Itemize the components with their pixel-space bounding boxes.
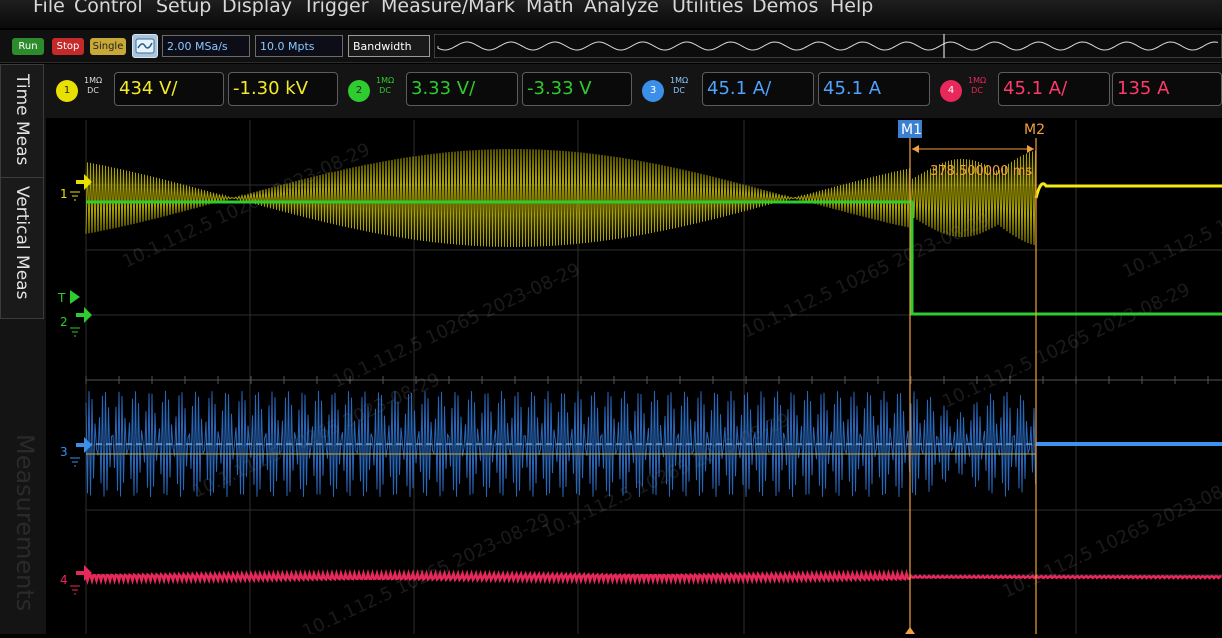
channel-1-badge[interactable]: 1 <box>56 80 78 102</box>
channel-markers: 1 T 2 3 4 <box>57 174 92 595</box>
channel-3-marker-label: 3 <box>60 445 68 459</box>
watermark-group: 10.1.112.5 10265 2023-08-2910.1.112.5 10… <box>119 139 1222 638</box>
channel-4-marker-label: 4 <box>60 573 68 587</box>
watermark-text: 10.1.112.5 10265 2023-08-29 <box>739 209 993 342</box>
waveform-overview[interactable] <box>434 34 1222 58</box>
autoscale-icon <box>135 38 155 54</box>
channel-1-trace-settled <box>1034 182 1222 199</box>
channel-bar: 1 1MΩ DC 434 V/ -1.30 kV 2 1MΩ DC 3.33 V/ … <box>46 64 1222 118</box>
side-tab-panel: Time Meas Vertical Meas Measurements <box>0 64 46 634</box>
trigger-marker-label: T <box>57 291 66 305</box>
marker-delta-readout: 378.500000 ms <box>930 164 1032 179</box>
channel-2-offset[interactable]: -3.33 V <box>522 72 632 106</box>
tab-time-meas[interactable]: Time Meas <box>9 74 35 165</box>
channel-1-offset[interactable]: -1.30 kV <box>228 72 338 106</box>
sample-rate-display[interactable]: 2.00 MSa/s <box>162 35 250 57</box>
menu-measure-mark[interactable]: Measure/Mark <box>381 0 515 17</box>
channel-3-scale[interactable]: 45.1 A/ <box>702 72 814 106</box>
measurements-panel-label: Measurements <box>11 434 39 612</box>
channel-4-scale[interactable]: 45.1 A/ <box>998 72 1110 106</box>
channel-2-ground-icon <box>70 327 80 337</box>
marker-m1-label: M1 <box>901 122 922 138</box>
channel-1-scale[interactable]: 434 V/ <box>114 72 224 106</box>
channel-1-marker-label: 1 <box>60 187 68 201</box>
channel-4-marker-icon[interactable] <box>76 565 92 581</box>
watermark-text: 10.1.112.5 10265 2023-08-29 <box>999 469 1222 602</box>
run-button[interactable]: Run <box>12 38 44 55</box>
single-button[interactable]: Single <box>90 38 126 55</box>
watermark-text: 10.1.112.5 10265 2023-08-29 <box>329 259 583 392</box>
channel-3-badge[interactable]: 3 <box>642 80 664 102</box>
tab-divider <box>0 177 44 178</box>
channel-1-coupling: 1MΩ DC <box>84 76 103 95</box>
menu-help[interactable]: Help <box>830 0 873 17</box>
trigger-position-icon <box>905 627 915 634</box>
channel-4-coupling: 1MΩ DC <box>968 76 987 95</box>
menu-analyze[interactable]: Analyze <box>584 0 659 17</box>
channel-2-marker-label: 2 <box>60 315 68 329</box>
bandwidth-button[interactable]: Bandwidth <box>348 35 430 57</box>
menu-trigger[interactable]: Trigger <box>303 0 369 17</box>
watermark-text: 10.1.112.5 10265 2023-08-29 <box>1119 149 1222 282</box>
waveform-display[interactable]: 10.1.112.5 10265 2023-08-29 10.1.112.5 10… <box>46 118 1222 638</box>
menu-demos[interactable]: Demos <box>752 0 818 17</box>
channel-4-offset[interactable]: 135 A <box>1112 72 1222 106</box>
stop-button[interactable]: Stop <box>52 38 84 55</box>
menu-setup[interactable]: Setup <box>156 0 211 17</box>
autoscale-button[interactable] <box>132 34 158 58</box>
menu-control[interactable]: Control <box>74 0 143 17</box>
menu-utilities[interactable]: Utilities <box>672 0 744 17</box>
channel-3-ground-icon <box>70 457 80 467</box>
channel-2-scale[interactable]: 3.33 V/ <box>406 72 518 106</box>
channel-1-waveform <box>85 148 1222 248</box>
memory-depth-display[interactable]: 10.0 Mpts <box>255 35 343 57</box>
tab-vertical-meas[interactable]: Vertical Meas <box>9 186 35 299</box>
toolbar: Run Stop Single 2.00 MSa/s 10.0 Mpts Ban… <box>0 30 1222 63</box>
channel-4-badge[interactable]: 4 <box>940 80 962 102</box>
channel-2-coupling: 1MΩ DC <box>376 76 395 95</box>
channel-4-ground-icon <box>70 585 80 595</box>
channel-3-coupling: 1MΩ DC <box>670 76 689 95</box>
channel-2-marker-icon[interactable] <box>76 307 92 323</box>
waveform-canvas[interactable]: 10.1.112.5 10265 2023-08-2910.1.112.5 10… <box>46 118 1222 638</box>
menu-file[interactable]: File <box>33 0 65 17</box>
trigger-level-icon[interactable] <box>70 290 80 304</box>
menu-display[interactable]: Display <box>222 0 292 17</box>
watermark-text: 10.1.112.5 10265 2023-08-29 <box>939 279 1193 412</box>
menu-math[interactable]: Math <box>526 0 574 17</box>
channel-1-ground-icon <box>70 191 80 201</box>
menu-bar: File Control Setup Display Trigger Measu… <box>0 0 1222 28</box>
marker-m2-label: M2 <box>1024 122 1045 138</box>
channel-3-offset[interactable]: 45.1 A <box>818 72 930 106</box>
channel-1-trace <box>85 148 1036 248</box>
channel-2-badge[interactable]: 2 <box>348 80 370 102</box>
